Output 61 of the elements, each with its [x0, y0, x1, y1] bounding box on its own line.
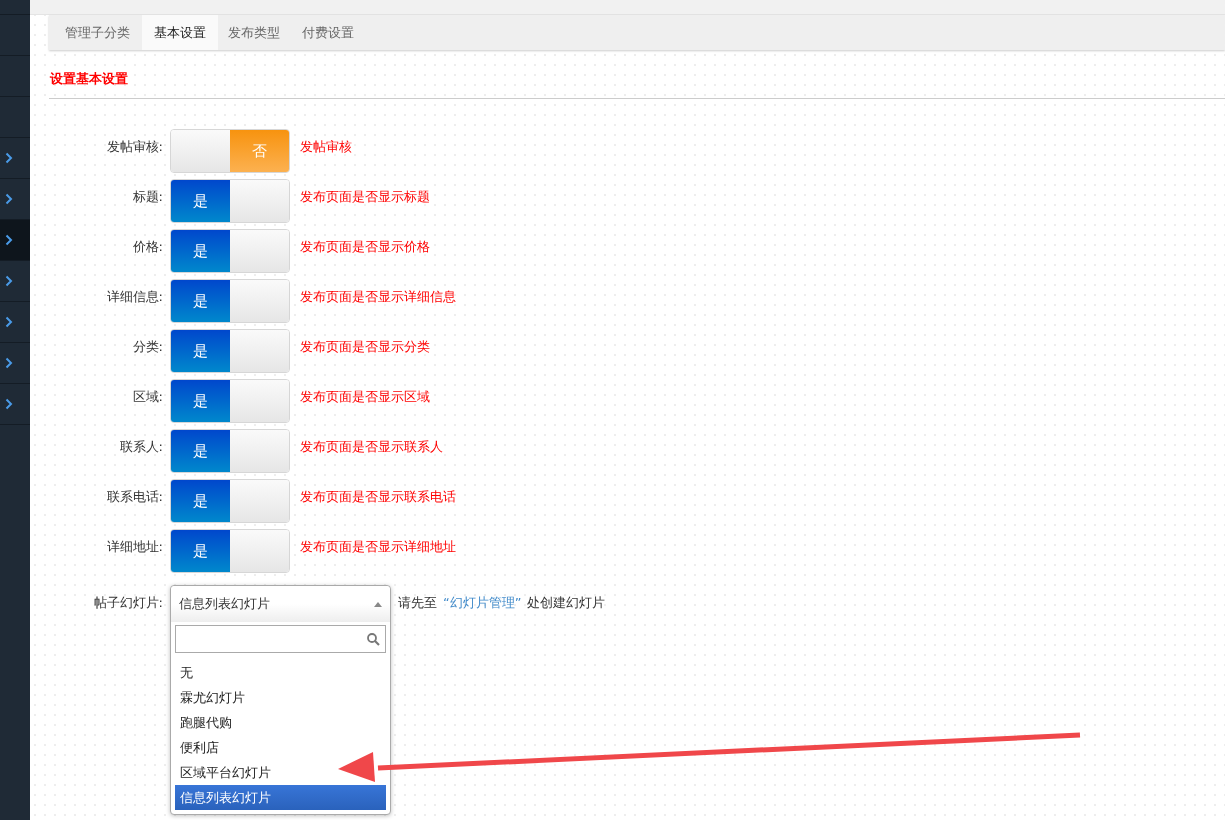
search-icon — [367, 632, 380, 646]
toggle-label: 是 — [171, 230, 230, 272]
toggle-label: 是 — [171, 280, 230, 322]
field-label: 价格: — [131, 238, 163, 256]
field-description: 发布页面是否显示标题 — [299, 188, 430, 206]
tab[interactable]: 发布类型 — [218, 15, 292, 50]
dropdown-option[interactable]: 信息列表幻灯片 — [175, 785, 386, 810]
select-dropdown[interactable]: 信息列表幻灯片 — [171, 586, 390, 622]
dropdown-option[interactable]: 无 — [175, 660, 386, 685]
field-description: 发布页面是否显示详细信息 — [299, 288, 456, 306]
toggle-switch[interactable]: 是 — [170, 479, 290, 523]
toggle-switch[interactable]: 是 — [170, 279, 290, 323]
dropdown-option[interactable]: 跑腿代购 — [175, 710, 386, 735]
toggle-label: 否 — [230, 130, 289, 172]
field-description: 发布页面是否显示联系人 — [299, 438, 443, 456]
section-title: 设置基本设置 — [49, 59, 1225, 99]
field-label: 标题: — [131, 188, 163, 206]
toggle-label: 是 — [171, 380, 230, 422]
toggle-label: 是 — [171, 530, 230, 572]
field-label: 分类: — [131, 338, 163, 356]
toggle-switch[interactable]: 是 — [170, 379, 290, 423]
tab[interactable]: 基本设置 — [142, 15, 218, 50]
slideshow-management-link[interactable]: “幻灯片管理” — [443, 595, 522, 610]
field-description: 发帖审核 — [299, 138, 352, 156]
chevron-right-icon — [5, 152, 13, 164]
field-label: 详细地址: — [105, 538, 163, 556]
chevron-right-icon — [5, 316, 13, 328]
chevron-right-icon — [5, 357, 13, 369]
chevron-right-icon — [5, 398, 13, 410]
field-label: 联系人: — [118, 438, 163, 456]
field-description: 发布页面是否显示分类 — [299, 338, 430, 356]
toggle-switch[interactable]: 是 — [170, 229, 290, 273]
toggle-label: 是 — [171, 330, 230, 372]
tab[interactable]: 管理子分类 — [55, 15, 142, 50]
dropdown-option[interactable]: 区域平台幻灯片 — [175, 760, 386, 785]
field-label: 发帖审核: — [105, 138, 163, 156]
dropdown-option[interactable]: 霖尤幻灯片 — [175, 685, 386, 710]
chevron-right-icon — [5, 275, 13, 287]
field-description: 发布页面是否显示价格 — [299, 238, 430, 256]
hint-text: 请先至 “幻灯片管理” 处创建幻灯片 — [398, 594, 606, 612]
chevron-right-icon — [5, 234, 13, 246]
toggle-label: 是 — [171, 180, 230, 222]
sidebar-item[interactable] — [0, 220, 30, 261]
tab[interactable]: 付费设置 — [292, 15, 366, 50]
toggle-switch[interactable]: 是 — [170, 179, 290, 223]
field-label: 区域: — [131, 388, 163, 406]
toggle-switch[interactable]: 是 — [170, 329, 290, 373]
field-label: 联系电话: — [105, 488, 163, 506]
toggle-label: 是 — [171, 480, 230, 522]
caret-up-icon — [374, 601, 382, 607]
chevron-right-icon — [5, 193, 13, 205]
field-description: 发布页面是否显示联系电话 — [299, 488, 456, 506]
toggle-switch[interactable]: 是 — [170, 529, 290, 573]
toggle-switch[interactable]: 是 — [170, 429, 290, 473]
field-description: 发布页面是否显示区域 — [299, 388, 430, 406]
dropdown-option[interactable]: 便利店 — [175, 735, 386, 760]
field-description: 发布页面是否显示详细地址 — [299, 538, 456, 556]
field-label: 详细信息: — [105, 288, 163, 306]
search-field[interactable] — [175, 625, 386, 653]
toggle-label: 是 — [171, 430, 230, 472]
field-label: 帖子幻灯片: — [92, 594, 163, 612]
